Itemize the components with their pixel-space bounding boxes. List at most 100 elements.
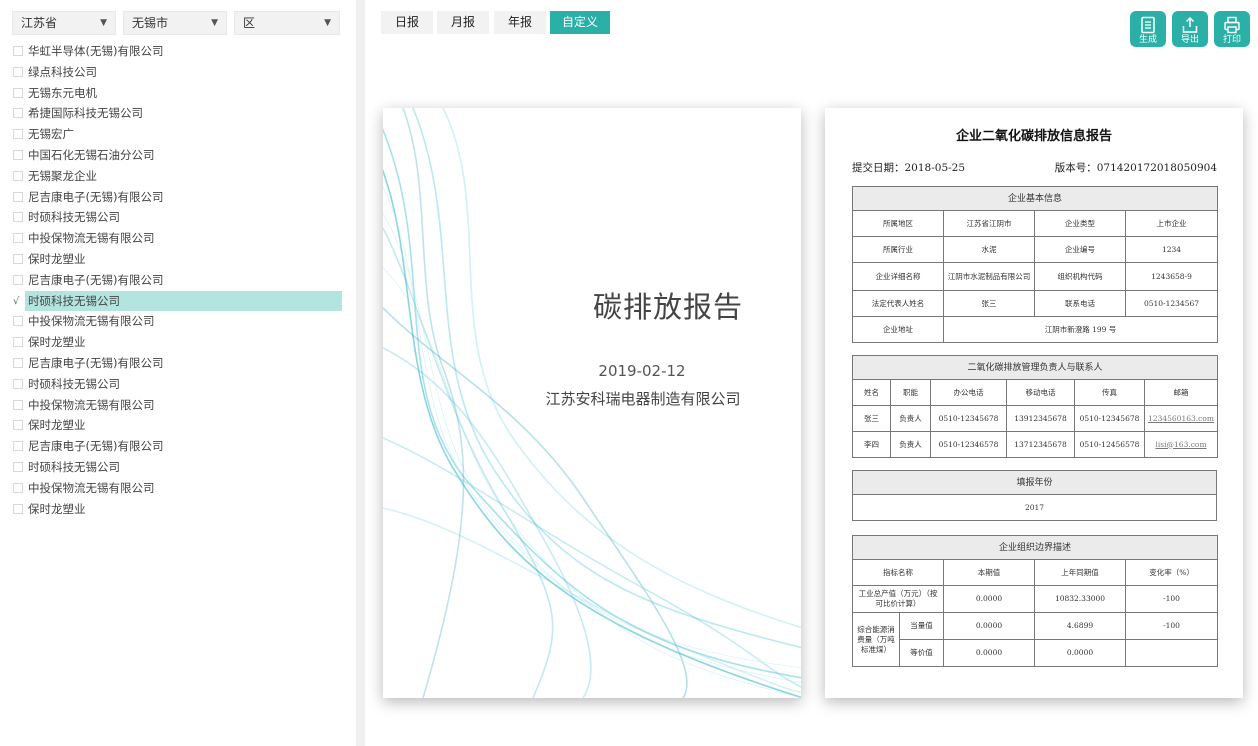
company-name: 保时龙塑业 bbox=[28, 251, 86, 266]
email-link[interactable]: lisi@163.com bbox=[1155, 440, 1206, 449]
company-name: 保时龙塑业 bbox=[28, 335, 86, 350]
company-list-item[interactable]: 尼吉康电子(无锡)有限公司 bbox=[0, 353, 356, 374]
company-name: 中国石化无锡石油分公司 bbox=[28, 147, 155, 162]
company-checkbox[interactable] bbox=[13, 503, 23, 514]
company-list-item[interactable]: 时硕科技无锡公司 bbox=[0, 374, 356, 395]
print-button[interactable]: 打印 bbox=[1214, 11, 1250, 47]
company-list-item[interactable]: 时硕科技无锡公司 bbox=[0, 207, 356, 228]
export-icon bbox=[1182, 16, 1198, 33]
cell: 0510-12456578 bbox=[1074, 431, 1145, 458]
company-list-item[interactable]: 绿点科技公司 bbox=[0, 62, 356, 83]
company-checkbox[interactable] bbox=[13, 108, 23, 119]
cell: 0510-12346578 bbox=[930, 431, 1007, 458]
table-row: 李四 负责人 0510-12346578 13712345678 0510-124565… bbox=[852, 431, 1219, 458]
company-checkbox[interactable] bbox=[13, 274, 23, 285]
app: 江苏省 ▼ 无锡市 ▼ 区 ▼ 华虹半导体(无锡)有限公司绿点科技公司 无锡东元电… bbox=[0, 0, 1258, 746]
cell: 企业类型 bbox=[1034, 210, 1126, 237]
company-checkbox[interactable] bbox=[13, 420, 23, 431]
table-heading: 填报年份 bbox=[852, 470, 1217, 495]
company-name: 中投保物流无锡有限公司 bbox=[28, 480, 155, 495]
company-list-item[interactable]: √ 时硕科技无锡公司 bbox=[0, 290, 356, 312]
district-select[interactable]: 区 ▼ bbox=[234, 11, 340, 35]
cover-title: 碳排放报告 bbox=[592, 290, 743, 324]
company-checkbox[interactable] bbox=[13, 149, 23, 160]
company-list-item[interactable]: 中国石化无锡石油分公司 bbox=[0, 145, 356, 166]
company-list-item[interactable]: 希捷国际科技无锡公司 bbox=[0, 103, 356, 124]
email-link[interactable]: 1234560163.com bbox=[1148, 414, 1214, 423]
tab-monthly[interactable]: 月报 bbox=[437, 11, 489, 34]
cell: 江阴市新澄路 199 号 bbox=[942, 316, 1219, 343]
company-name: 无锡聚龙企业 bbox=[28, 168, 97, 183]
company-checkbox[interactable] bbox=[13, 461, 23, 472]
cell: 1243658-9 bbox=[1124, 262, 1219, 291]
company-checkbox[interactable] bbox=[13, 87, 23, 98]
cell: 江苏省江阴市 bbox=[943, 210, 1035, 237]
tab-yearly[interactable]: 年报 bbox=[494, 11, 546, 34]
company-list-item[interactable]: 中投保物流无锡有限公司 bbox=[0, 228, 356, 249]
column-header: 本期值 bbox=[943, 559, 1035, 586]
cell: 联系电话 bbox=[1034, 290, 1126, 317]
company-list-item[interactable]: 尼吉康电子(无锡)有限公司 bbox=[0, 436, 356, 457]
cell: 江阴市水泥制品有限公司 bbox=[943, 262, 1035, 291]
company-name: 时硕科技无锡公司 bbox=[28, 376, 120, 391]
company-list-item[interactable]: 中投保物流无锡有限公司 bbox=[0, 478, 356, 499]
cell: 上市企业 bbox=[1124, 210, 1219, 237]
company-checkbox[interactable] bbox=[13, 66, 23, 77]
company-list-item[interactable]: 时硕科技无锡公司 bbox=[0, 457, 356, 478]
export-button[interactable]: 导出 bbox=[1172, 11, 1208, 47]
cell: 水泥 bbox=[943, 236, 1035, 263]
cover-date: 2019-02-12 bbox=[598, 362, 686, 380]
province-select[interactable]: 江苏省 ▼ bbox=[12, 11, 116, 35]
company-list-item[interactable]: 保时龙塑业 bbox=[0, 332, 356, 353]
column-header: 移动电话 bbox=[1006, 379, 1075, 406]
company-checkbox[interactable] bbox=[13, 253, 23, 264]
company-checkbox[interactable] bbox=[13, 316, 23, 327]
column-header: 姓名 bbox=[852, 379, 891, 406]
company-checkbox[interactable] bbox=[13, 46, 23, 56]
tab-custom[interactable]: 自定义 bbox=[550, 11, 610, 34]
company-checkbox[interactable] bbox=[13, 441, 23, 452]
cell: 组织机构代码 bbox=[1034, 262, 1126, 291]
generate-button[interactable]: 生成 bbox=[1130, 11, 1166, 47]
company-list-item[interactable]: 中投保物流无锡有限公司 bbox=[0, 395, 356, 416]
company-checkbox[interactable] bbox=[13, 233, 23, 244]
tab-daily[interactable]: 日报 bbox=[381, 11, 433, 34]
company-name: 中投保物流无锡有限公司 bbox=[28, 397, 155, 412]
column-header: 指标名称 bbox=[852, 559, 944, 586]
company-checkbox[interactable] bbox=[13, 191, 23, 202]
company-checkbox[interactable] bbox=[13, 357, 23, 368]
submit-date: 提交日期：2018-05-25 bbox=[852, 162, 966, 174]
column-header: 上年同期值 bbox=[1034, 559, 1126, 586]
company-checkbox[interactable] bbox=[13, 399, 23, 410]
email-cell: 1234560163.com bbox=[1143, 405, 1219, 432]
company-list-item[interactable]: 无锡宏广 bbox=[0, 124, 356, 145]
company-name: 希捷国际科技无锡公司 bbox=[28, 106, 143, 121]
company-checkbox[interactable]: √ bbox=[13, 296, 23, 307]
cell: 负责人 bbox=[890, 431, 931, 458]
company-list-item[interactable]: 保时龙塑业 bbox=[0, 249, 356, 270]
company-list-item[interactable]: 无锡东元电机 bbox=[0, 83, 356, 104]
table-heading: 企业组织边界描述 bbox=[851, 535, 1219, 560]
company-checkbox[interactable] bbox=[13, 129, 23, 140]
report-detail-page: 企业二氧化碳排放信息报告 提交日期：2018-05-25 版本号：0714201… bbox=[825, 108, 1243, 698]
company-checkbox[interactable] bbox=[13, 212, 23, 223]
company-checkbox[interactable] bbox=[13, 482, 23, 493]
company-checkbox[interactable] bbox=[13, 170, 23, 181]
company-checkbox[interactable] bbox=[13, 337, 23, 348]
company-list-item[interactable]: 无锡聚龙企业 bbox=[0, 166, 356, 187]
company-list-item[interactable]: 保时龙塑业 bbox=[0, 415, 356, 436]
company-list-item[interactable]: 尼吉康电子(无锡)有限公司 bbox=[0, 187, 356, 208]
cell: 当量值 bbox=[899, 612, 944, 640]
company-list-item[interactable]: 华虹半导体(无锡)有限公司 bbox=[0, 41, 356, 62]
company-list-item[interactable]: 保时龙塑业 bbox=[0, 499, 356, 520]
cell: 0.0000 bbox=[943, 612, 1035, 640]
basic-info-table: 企业基本信息 所属地区 江苏省江阴市 企业类型 上市企业 所属行业 水泥 企业编… bbox=[851, 186, 1219, 343]
city-select[interactable]: 无锡市 ▼ bbox=[123, 11, 227, 35]
company-name: 尼吉康电子(无锡)有限公司 bbox=[28, 189, 164, 204]
company-list-item[interactable]: 中投保物流无锡有限公司 bbox=[0, 311, 356, 332]
table-row: 张三 负责人 0510-12345678 13912345678 0510-123456… bbox=[852, 405, 1219, 432]
company-list-item[interactable]: 尼吉康电子(无锡)有限公司 bbox=[0, 270, 356, 291]
company-name: 华虹半导体(无锡)有限公司 bbox=[28, 44, 164, 58]
chevron-down-icon: ▼ bbox=[211, 18, 218, 28]
company-checkbox[interactable] bbox=[13, 378, 23, 389]
